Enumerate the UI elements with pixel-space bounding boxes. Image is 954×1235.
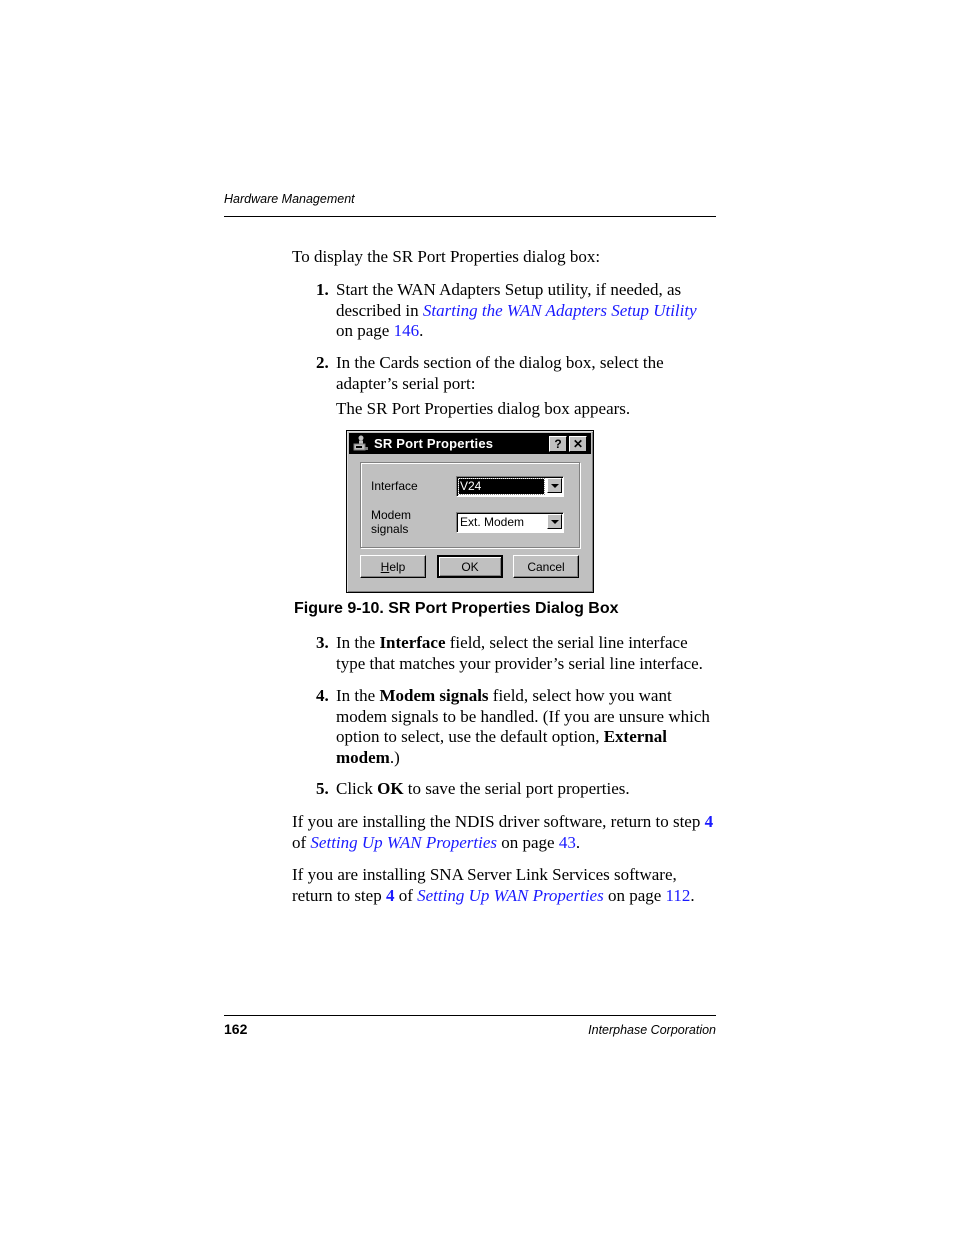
page-146-link[interactable]: 146 (394, 321, 420, 340)
step-4-link[interactable]: 4 (705, 812, 714, 831)
chevron-down-icon[interactable] (547, 478, 562, 493)
help-icon[interactable]: ? (549, 436, 567, 452)
para-text: of (292, 832, 311, 852)
step-text: on page (336, 321, 394, 340)
close-icon[interactable]: ✕ (569, 436, 587, 452)
para-text: of (394, 885, 418, 905)
starting-wan-utility-link[interactable]: Starting the WAN Adapters Setup Utility (423, 301, 697, 320)
cancel-button[interactable]: Cancel (513, 555, 579, 578)
settings-groupbox: Interface V24 Modem signals Ext. Modem (360, 462, 580, 548)
step-text: In the (336, 633, 380, 652)
setting-up-wan-properties-link[interactable]: Setting Up WAN Properties (310, 833, 497, 852)
step-number: 1. (316, 280, 329, 299)
para-text: on page (497, 832, 559, 852)
para-text: on page (603, 885, 666, 905)
footer-company: Interphase Corporation (588, 1023, 716, 1037)
help-button[interactable]: Help (360, 555, 426, 578)
step-number: 3. (316, 633, 329, 652)
field-name-modem-signals: Modem signals (379, 686, 489, 705)
setting-up-wan-properties-link[interactable]: Setting Up WAN Properties (417, 886, 604, 905)
page-43-link[interactable]: 43 (559, 833, 576, 852)
sr-port-properties-dialog: SR Port Properties ? ✕ Interface V24 Mod… (346, 430, 594, 593)
figure-caption: Figure 9-10. SR Port Properties Dialog B… (294, 600, 619, 617)
step-2: 2. In the Cards section of the dialog bo… (316, 353, 716, 420)
para-text: . (575, 832, 581, 852)
modem-signals-value: Ext. Modem (460, 515, 525, 529)
modem-signals-label: Modem signals (371, 508, 412, 536)
para-text: If you are installing the NDIS driver so… (292, 812, 705, 831)
step-text: to save the serial port properties. (403, 779, 630, 798)
step-4: 4. In the Modem signals field, select ho… (316, 686, 716, 768)
interface-value: V24 (458, 478, 545, 495)
page-number: 162 (224, 1021, 248, 1037)
ok-reference: OK (377, 779, 404, 798)
computer-app-icon (353, 435, 369, 452)
step-text: . (419, 321, 424, 340)
modem-signals-select[interactable]: Ext. Modem (456, 512, 564, 533)
step-number: 5. (316, 779, 329, 798)
sna-paragraph: If you are installing SNA Server Link Se… (292, 865, 716, 906)
step-1: 1. Start the WAN Adapters Setup utility,… (316, 280, 716, 342)
header-rule (224, 216, 716, 217)
page-112-link[interactable]: 112 (666, 886, 691, 905)
ndis-paragraph: If you are installing the NDIS driver so… (292, 812, 716, 853)
interface-label: Interface (371, 479, 418, 493)
footer-rule (224, 1015, 716, 1016)
step-number: 2. (316, 353, 329, 372)
step-text: In the Cards section of the dialog box, … (336, 353, 664, 393)
step-result: The SR Port Properties dialog box appear… (336, 399, 631, 418)
step-text: In the (336, 686, 380, 705)
intro-text: To display the SR Port Properties dialog… (292, 247, 601, 266)
para-text: . (690, 885, 695, 905)
running-head: Hardware Management (224, 192, 355, 206)
chevron-down-icon[interactable] (547, 514, 562, 529)
field-name-interface: Interface (379, 633, 446, 652)
step-text: Click (336, 779, 378, 798)
step-5: 5. Click OK to save the serial port prop… (316, 779, 716, 800)
dialog-titlebar[interactable]: SR Port Properties ? ✕ (349, 433, 591, 454)
step-text: .) (389, 747, 400, 767)
step-number: 4. (316, 686, 329, 705)
step-3: 3. In the Interface field, select the se… (316, 633, 716, 674)
dialog-title: SR Port Properties (374, 436, 494, 451)
help-label: elp (389, 560, 406, 574)
ok-button[interactable]: OK (437, 555, 503, 578)
interface-select[interactable]: V24 (456, 476, 564, 497)
